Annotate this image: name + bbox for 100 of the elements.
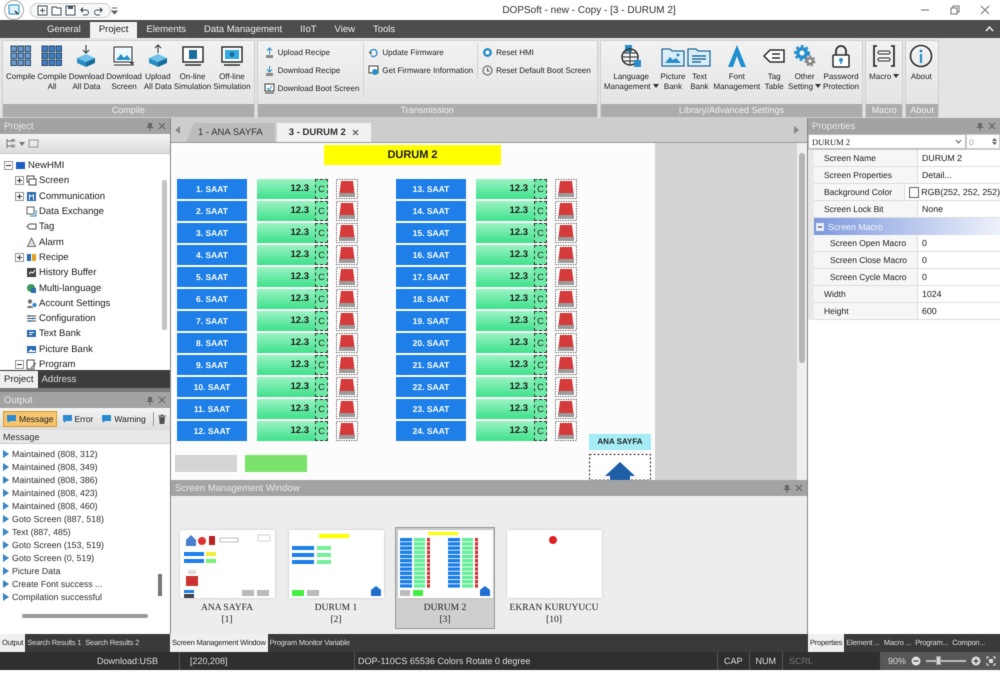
- document-tab[interactable]: 1 - ANA SAYFA: [186, 123, 275, 142]
- ribbon-button[interactable]: Upload All Data: [142, 43, 173, 92]
- property-value: None: [921, 203, 944, 216]
- property-value: RGB(252, 252, 252): [905, 184, 1000, 200]
- menu-tab[interactable]: Elements: [137, 22, 195, 38]
- screen-thumbnail[interactable]: DURUM 1 [2]: [286, 527, 386, 629]
- hour-label: 2. SAAT: [177, 201, 247, 221]
- menu-tab[interactable]: Tools: [364, 22, 404, 38]
- ribbon-button[interactable]: Compile: [5, 43, 36, 82]
- tree-item[interactable]: NewHMI: [28, 160, 64, 172]
- panel-tab[interactable]: Project: [0, 371, 38, 388]
- property-name: Screen Open Macro: [814, 235, 918, 251]
- filter-button[interactable]: Error: [58, 411, 96, 427]
- unit-label: C: [315, 333, 328, 353]
- ribbon-button[interactable]: Tag Table: [761, 43, 788, 92]
- value-display: 12.3: [476, 267, 534, 287]
- ribbon-button[interactable]: Download Screen: [105, 43, 143, 92]
- screen-thumbnail[interactable]: EKRAN KURUYUCU [10]: [504, 527, 604, 629]
- ribbon-button[interactable]: Get Firmware Information: [367, 61, 474, 79]
- message-text: Maintained (808, 460): [12, 500, 98, 510]
- unit-label: C: [534, 267, 547, 287]
- tree-item[interactable]: Picture Bank: [39, 344, 93, 355]
- ribbon-button[interactable]: Download Recipe: [262, 61, 360, 79]
- ribbon-button[interactable]: Text Bank: [686, 43, 712, 92]
- tree-item[interactable]: Text Bank: [39, 328, 81, 340]
- unit-label: C: [534, 355, 547, 375]
- unit-label: C: [534, 333, 547, 353]
- tree-item[interactable]: Program: [39, 359, 76, 370]
- ribbon-button[interactable]: Upload Recipe: [262, 43, 360, 61]
- tree-item[interactable]: Multi-language: [39, 282, 102, 294]
- property-name: Background Color: [814, 184, 906, 200]
- ribbon-button[interactable]: Password Protection: [822, 43, 860, 92]
- ribbon-button[interactable]: Download Boot Screen: [262, 79, 360, 97]
- hour-label: 6. SAAT: [177, 289, 247, 309]
- tree-item[interactable]: Alarm: [39, 236, 64, 248]
- property-value: DURUM 2: [921, 152, 964, 165]
- value-display: 12.3: [476, 399, 534, 419]
- group-label: About: [906, 104, 938, 117]
- document-tab[interactable]: 3 - DURUM 2: [276, 123, 371, 142]
- key-indicator: SCRL: [782, 652, 820, 670]
- panel-tab[interactable]: Address: [38, 371, 80, 388]
- property-name: Height: [814, 303, 918, 319]
- group-label: Macro: [866, 104, 902, 117]
- message-text: Goto Screen (0, 519): [12, 552, 94, 562]
- ribbon-button[interactable]: About: [908, 43, 934, 82]
- value-display: 12.3: [257, 201, 315, 221]
- tree-item[interactable]: Communication: [39, 190, 105, 202]
- ribbon-button[interactable]: Update Firmware: [367, 43, 474, 61]
- hour-label: 20. SAAT: [396, 333, 466, 353]
- key-indicator: CAP: [717, 652, 749, 670]
- ribbon-button[interactable]: Other Setting: [787, 43, 822, 92]
- property-value: 600: [921, 305, 938, 318]
- panel-title: Properties: [812, 120, 856, 132]
- menu-tab[interactable]: IIoT: [291, 22, 326, 38]
- menu-tab[interactable]: Data Management: [195, 22, 292, 38]
- hour-label: 24. SAAT: [396, 421, 466, 441]
- unit-label: C: [534, 289, 547, 309]
- tree-item[interactable]: Data Exchange: [39, 206, 104, 218]
- ribbon-button[interactable]: Reset Default Boot Screen: [481, 61, 592, 79]
- ribbon-button[interactable]: Macro: [868, 43, 900, 82]
- tree-item[interactable]: Screen: [39, 175, 70, 186]
- filter-button[interactable]: Message: [3, 411, 56, 427]
- tree-item[interactable]: Account Settings: [39, 298, 110, 309]
- ribbon-button[interactable]: Compile All: [36, 43, 68, 92]
- group-label: Library/Advanced Settings: [600, 104, 862, 117]
- filter-button[interactable]: Warning: [98, 411, 149, 427]
- unit-label: C: [315, 179, 328, 199]
- object-dropdown[interactable]: DURUM 2: [808, 134, 966, 149]
- hour-label: 18. SAAT: [396, 289, 466, 309]
- hour-label: 16. SAAT: [396, 245, 466, 265]
- ribbon-button[interactable]: Font Management: [712, 43, 762, 92]
- menu-tab[interactable]: Project: [90, 22, 138, 38]
- value-display: 12.3: [257, 245, 315, 265]
- unit-label: C: [534, 223, 547, 243]
- ribbon-button[interactable]: Off-line Simulation: [212, 43, 252, 92]
- value-display: 12.3: [476, 245, 534, 265]
- menu-tab[interactable]: View: [326, 22, 364, 38]
- tree-item[interactable]: Recipe: [39, 252, 69, 263]
- ribbon-button[interactable]: Reset HMI: [481, 43, 592, 61]
- window-title: DOPSoft - new - Copy - [3 - DURUM 2]: [501, 4, 677, 16]
- ribbon-button[interactable]: Picture Bank: [660, 43, 686, 92]
- value-display: 12.3: [476, 421, 534, 441]
- ribbon-button[interactable]: On-line Simulation: [172, 43, 212, 92]
- value-display: 12.3: [257, 267, 315, 287]
- property-value: 1024: [921, 288, 943, 301]
- nav-label: ANA SAYFA: [589, 434, 651, 450]
- screen-thumbnail[interactable]: ANA SAYFA [1]: [177, 527, 277, 629]
- tree-item[interactable]: Tag: [39, 221, 54, 232]
- screen-title: DURUM 2: [324, 145, 501, 165]
- property-value: 0: [921, 271, 928, 284]
- ribbon-button[interactable]: Download All Data: [68, 43, 106, 92]
- hour-label: 12. SAAT: [177, 421, 247, 441]
- menu-tab[interactable]: General: [38, 22, 90, 38]
- ribbon-button[interactable]: Language Management: [602, 43, 660, 92]
- screen-thumbnail[interactable]: DURUM 2 [3]: [395, 527, 495, 629]
- value-display: 12.3: [476, 179, 534, 199]
- tree-item[interactable]: History Buffer: [39, 267, 96, 278]
- message-text: Create Font success ...: [12, 578, 102, 588]
- tree-item[interactable]: Configuration: [39, 313, 96, 324]
- group-label: Transmission: [258, 104, 597, 117]
